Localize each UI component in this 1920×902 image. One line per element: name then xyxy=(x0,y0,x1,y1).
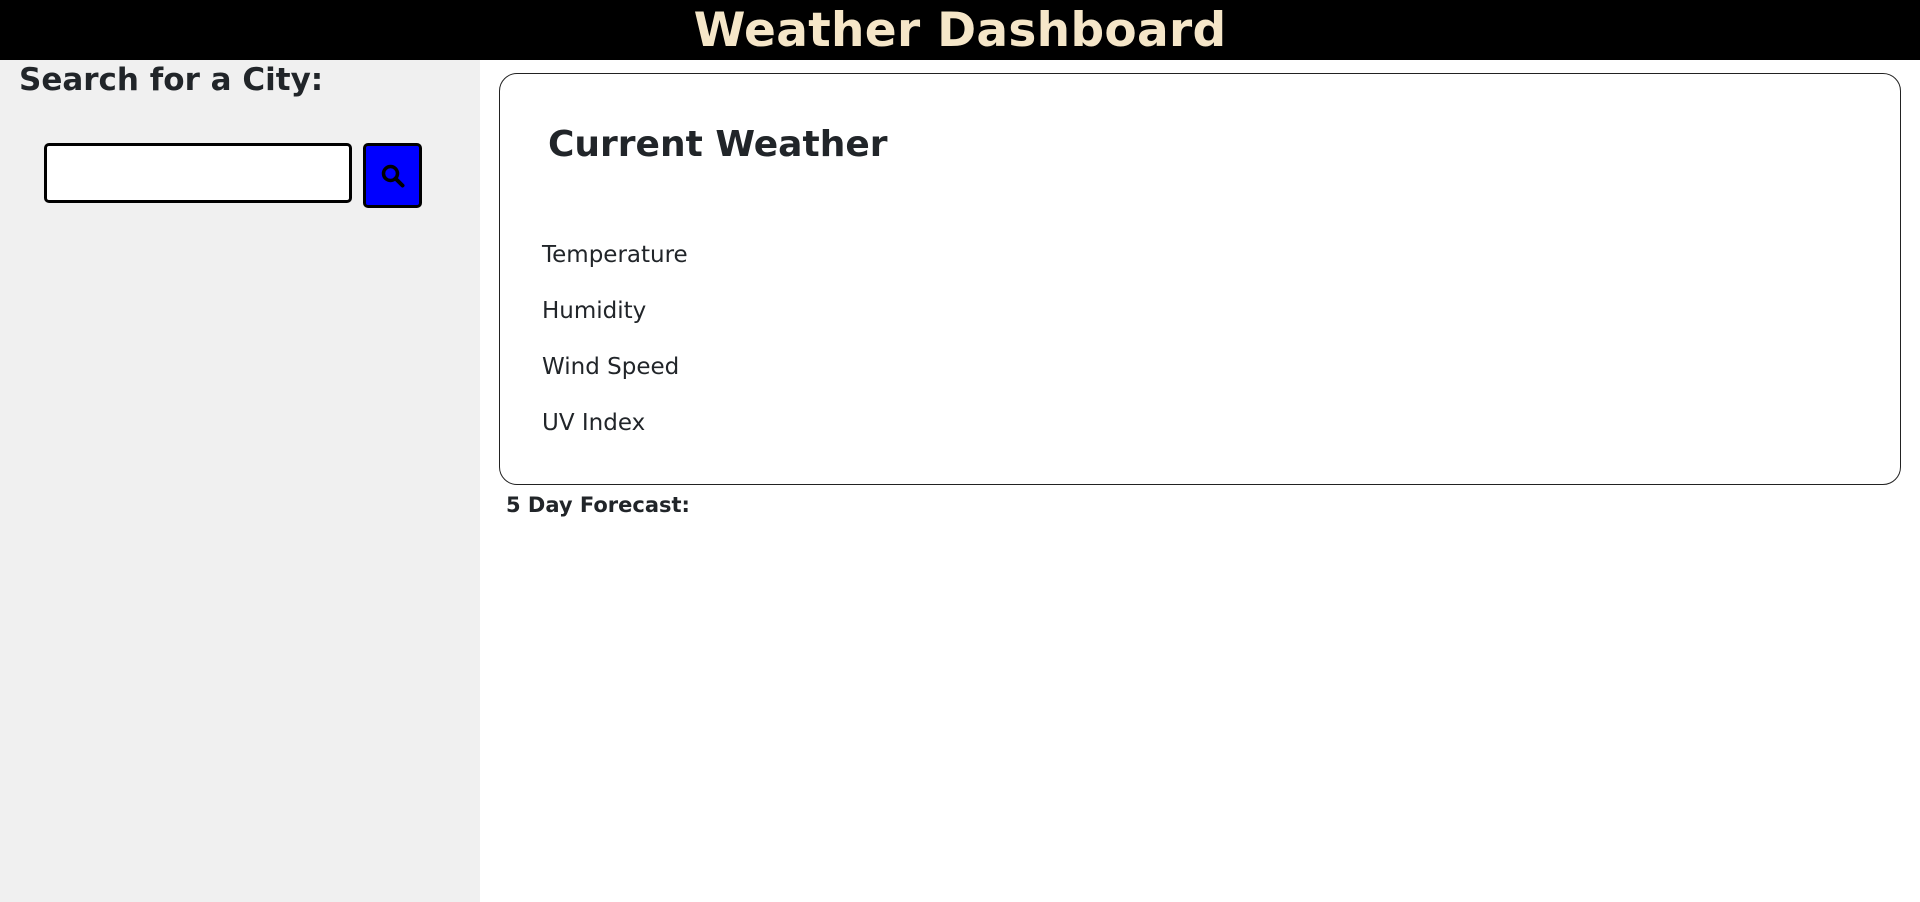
main-content: Current Weather Temperature Humidity Win… xyxy=(480,60,1920,902)
search-button[interactable] xyxy=(363,143,422,208)
page-title: Weather Dashboard xyxy=(693,3,1227,58)
sidebar: Search for a City: xyxy=(0,60,480,902)
current-weather-title: Current Weather xyxy=(548,124,888,165)
forecast-heading: 5 Day Forecast: xyxy=(506,493,690,517)
search-heading: Search for a City: xyxy=(19,62,324,98)
humidity-label: Humidity xyxy=(542,298,647,324)
city-search-input[interactable] xyxy=(44,143,352,203)
search-icon xyxy=(366,163,419,189)
wind-speed-label: Wind Speed xyxy=(542,354,680,380)
temperature-label: Temperature xyxy=(542,242,688,268)
uv-index-label: UV Index xyxy=(542,410,646,436)
current-weather-card: Current Weather Temperature Humidity Win… xyxy=(499,73,1901,485)
app-header: Weather Dashboard xyxy=(0,0,1920,60)
